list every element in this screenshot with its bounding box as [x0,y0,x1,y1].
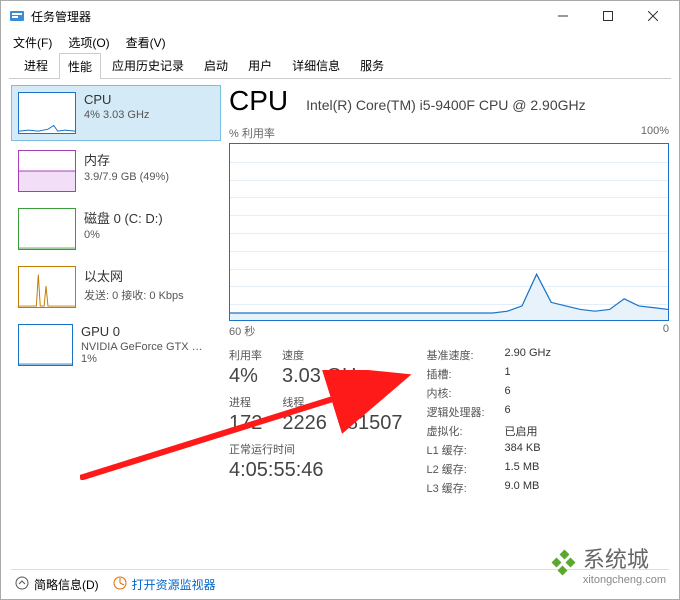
kv-l2-k: L2 缓存: [427,461,487,477]
cpu-kv: 基准速度:2.90 GHz 插槽:1 内核:6 逻辑处理器:6 虚拟化:已启用 … [427,347,551,496]
sidebar-item-label: 内存 [84,150,169,169]
menu-view[interactable]: 查看(V) [120,32,172,53]
perf-main: CPU Intel(R) Core(TM) i5-9400F CPU @ 2.9… [229,85,669,559]
kv-lproc-k: 逻辑处理器: [427,404,487,420]
stat-threads-value: 2226 [282,412,327,435]
sidebar-item-sub: 4% 3.03 GHz [84,109,149,121]
maximize-button[interactable] [585,2,630,30]
stat-speed-label: 速度 [282,347,366,363]
tab-processes[interactable]: 进程 [15,52,57,78]
sidebar-item-sub: 发送: 0 接收: 0 Kbps [84,287,184,303]
chart-y-label: % 利用率 [229,125,275,141]
sidebar-item-label: 磁盘 0 (C: D:) [84,208,163,227]
kv-l1-v: 384 KB [505,442,541,458]
kv-cores-k: 内核: [427,385,487,401]
tab-app-history[interactable]: 应用历史记录 [103,52,193,78]
kv-sockets-k: 插槽: [427,366,487,382]
mini-graph-gpu [18,324,73,366]
tabbar: 进程 性能 应用历史记录 启动 用户 详细信息 服务 [9,53,671,79]
sidebar-item-label: 以太网 [84,266,184,285]
minimize-button[interactable] [540,2,585,30]
window-title: 任务管理器 [31,8,540,25]
kv-virt-k: 虚拟化: [427,423,487,439]
kv-cores-v: 6 [505,385,511,401]
window-controls [540,2,675,30]
sidebar-item-label: CPU [84,92,149,107]
watermark-cn: 系统城 [583,542,666,574]
chevron-up-circle-icon [15,576,29,593]
stat-speed-value: 3.03 GHz [282,365,366,388]
stat-uptime-label: 正常运行时间 [229,441,403,457]
stat-util-label: 利用率 [229,347,262,363]
content-area: CPU 4% 3.03 GHz 内存 3.9/7.9 GB (49%) 磁盘 [1,79,679,569]
menu-file[interactable]: 文件(F) [7,32,58,53]
perf-sidebar: CPU 4% 3.03 GHz 内存 3.9/7.9 GB (49%) 磁盘 [11,85,221,559]
titlebar: 任务管理器 [1,1,679,31]
tab-users[interactable]: 用户 [239,52,281,78]
sidebar-item-ethernet[interactable]: 以太网 发送: 0 接收: 0 Kbps [11,259,221,315]
stat-handles-value: 81507 [347,412,403,435]
cpu-title: CPU [229,85,288,117]
sidebar-item-cpu[interactable]: CPU 4% 3.03 GHz [11,85,221,141]
tab-performance[interactable]: 性能 [59,53,101,79]
sidebar-item-disk[interactable]: 磁盘 0 (C: D:) 0% [11,201,221,257]
stat-uptime-value: 4:05:55:46 [229,459,403,482]
stat-handles-label: 句柄 [347,394,403,410]
watermark-en: xitongcheng.com [583,574,666,586]
cpu-utilization-chart [229,143,669,321]
tab-startup[interactable]: 启动 [195,52,237,78]
close-button[interactable] [630,2,675,30]
app-icon [9,8,25,24]
watermark-icon [547,549,577,579]
kv-l3-v: 9.0 MB [505,480,540,496]
mini-graph-cpu [18,92,76,134]
sidebar-item-gpu[interactable]: GPU 0 NVIDIA GeForce GTX … 1% [11,317,221,373]
watermark: 系统城 xitongcheng.com [547,542,666,586]
resource-monitor-icon [113,576,127,593]
tab-details[interactable]: 详细信息 [283,52,349,78]
task-manager-window: 任务管理器 文件(F) 选项(O) 查看(V) 进程 性能 应用历史记录 启动 … [0,0,680,600]
kv-l1-k: L1 缓存: [427,442,487,458]
sidebar-item-sub: NVIDIA GeForce GTX … 1% [81,341,214,365]
mini-graph-ethernet [18,266,76,308]
kv-base-speed-k: 基准速度: [427,347,487,363]
chart-x-right: 0 [663,323,669,339]
resource-monitor-label: 打开资源监视器 [132,576,216,593]
mini-graph-memory [18,150,76,192]
resource-monitor-link[interactable]: 打开资源监视器 [113,576,216,593]
kv-virt-v: 已启用 [505,423,538,439]
fewer-details-link[interactable]: 简略信息(D) [15,576,99,593]
sidebar-item-sub: 0% [84,229,163,241]
stat-proc-value: 172 [229,412,262,435]
tab-services[interactable]: 服务 [351,52,393,78]
sidebar-item-label: GPU 0 [81,324,214,339]
stat-threads-label: 线程 [282,394,327,410]
stat-util-value: 4% [229,365,262,388]
chart-x-left: 60 秒 [229,323,255,339]
sidebar-item-sub: 3.9/7.9 GB (49%) [84,171,169,183]
kv-l2-v: 1.5 MB [505,461,540,477]
menubar: 文件(F) 选项(O) 查看(V) [1,31,679,53]
stat-proc-label: 进程 [229,394,262,410]
fewer-details-label: 简略信息(D) [34,576,99,593]
sidebar-item-memory[interactable]: 内存 3.9/7.9 GB (49%) [11,143,221,199]
kv-base-speed-v: 2.90 GHz [505,347,551,363]
cpu-stats: 利用率 4% 速度 3.03 GHz 进程 172 [229,347,669,496]
kv-l3-k: L3 缓存: [427,480,487,496]
chart-y-max: 100% [641,125,669,141]
kv-lproc-v: 6 [505,404,511,420]
kv-sockets-v: 1 [505,366,511,382]
menu-options[interactable]: 选项(O) [62,32,115,53]
cpu-model: Intel(R) Core(TM) i5-9400F CPU @ 2.90GHz [306,97,586,113]
mini-graph-disk [18,208,76,250]
